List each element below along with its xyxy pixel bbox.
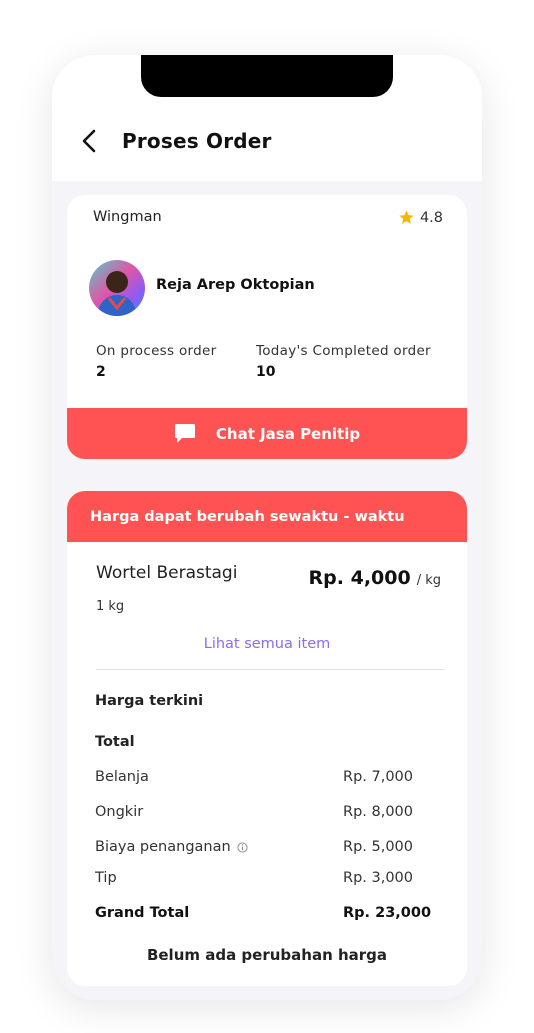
info-icon[interactable] — [237, 841, 248, 853]
total-title: Total — [95, 734, 135, 750]
driver-role: Wingman — [93, 209, 162, 225]
grand-total-value: Rp. 23,000 — [343, 905, 432, 921]
phone-frame: Proses Order Wingman 4.8 Reja Arep Oktop… — [52, 55, 482, 1000]
summary-value: Rp. 8,000 — [343, 804, 414, 820]
star-icon — [399, 210, 414, 224]
order-card: Harga dapat berubah sewaktu - waktu Wort… — [67, 491, 467, 986]
stat-on-process-label: On process order — [96, 343, 217, 359]
divider — [96, 669, 444, 670]
driver-name: Reja Arep Oktopian — [156, 277, 315, 293]
item-price-unit: / kg — [416, 573, 441, 588]
summary-label: Biaya penanganan — [95, 839, 231, 855]
chevron-left-icon — [82, 129, 96, 153]
chat-bubble-icon — [174, 424, 195, 443]
stat-on-process-value: 2 — [96, 364, 106, 380]
person-icon — [97, 271, 137, 316]
chat-button[interactable]: Chat Jasa Penitip — [67, 408, 467, 459]
price-status-text: Belum ada perubahan harga — [146, 946, 388, 964]
rating-value: 4.8 — [419, 209, 443, 226]
item-price: Rp. 4,000 / kg — [309, 567, 441, 589]
summary-value: Rp. 5,000 — [343, 839, 414, 855]
avatar — [89, 260, 145, 316]
summary-label: Belanja — [95, 769, 149, 785]
grand-total-label: Grand Total — [95, 905, 190, 921]
back-button[interactable] — [78, 128, 102, 154]
phone-notch — [141, 55, 393, 97]
summary-value: Rp. 3,000 — [343, 870, 414, 886]
see-all-items-link[interactable]: Lihat semua item — [67, 636, 467, 652]
current-price-title: Harga terkini — [95, 693, 204, 709]
summary-label: Tip — [95, 870, 117, 886]
stat-completed-label: Today's Completed order — [256, 343, 431, 359]
item-name: Wortel Berastagi — [96, 563, 238, 583]
stat-completed-value: 10 — [256, 364, 276, 380]
item-price-value: Rp. 4,000 — [308, 567, 411, 589]
price-warning-banner: Harga dapat berubah sewaktu - waktu — [67, 491, 467, 542]
summary-label: Ongkir — [95, 804, 144, 820]
summary-value: Rp. 7,000 — [343, 769, 414, 785]
page-title: Proses Order — [122, 129, 272, 153]
chat-button-label: Chat Jasa Penitip — [215, 424, 361, 443]
driver-card: Wingman 4.8 Reja Arep Oktopian On proces… — [67, 195, 467, 459]
driver-rating: 4.8 — [398, 209, 443, 226]
item-quantity: 1 kg — [96, 599, 125, 614]
summary-label-wrap: Biaya penanganan — [95, 839, 248, 855]
